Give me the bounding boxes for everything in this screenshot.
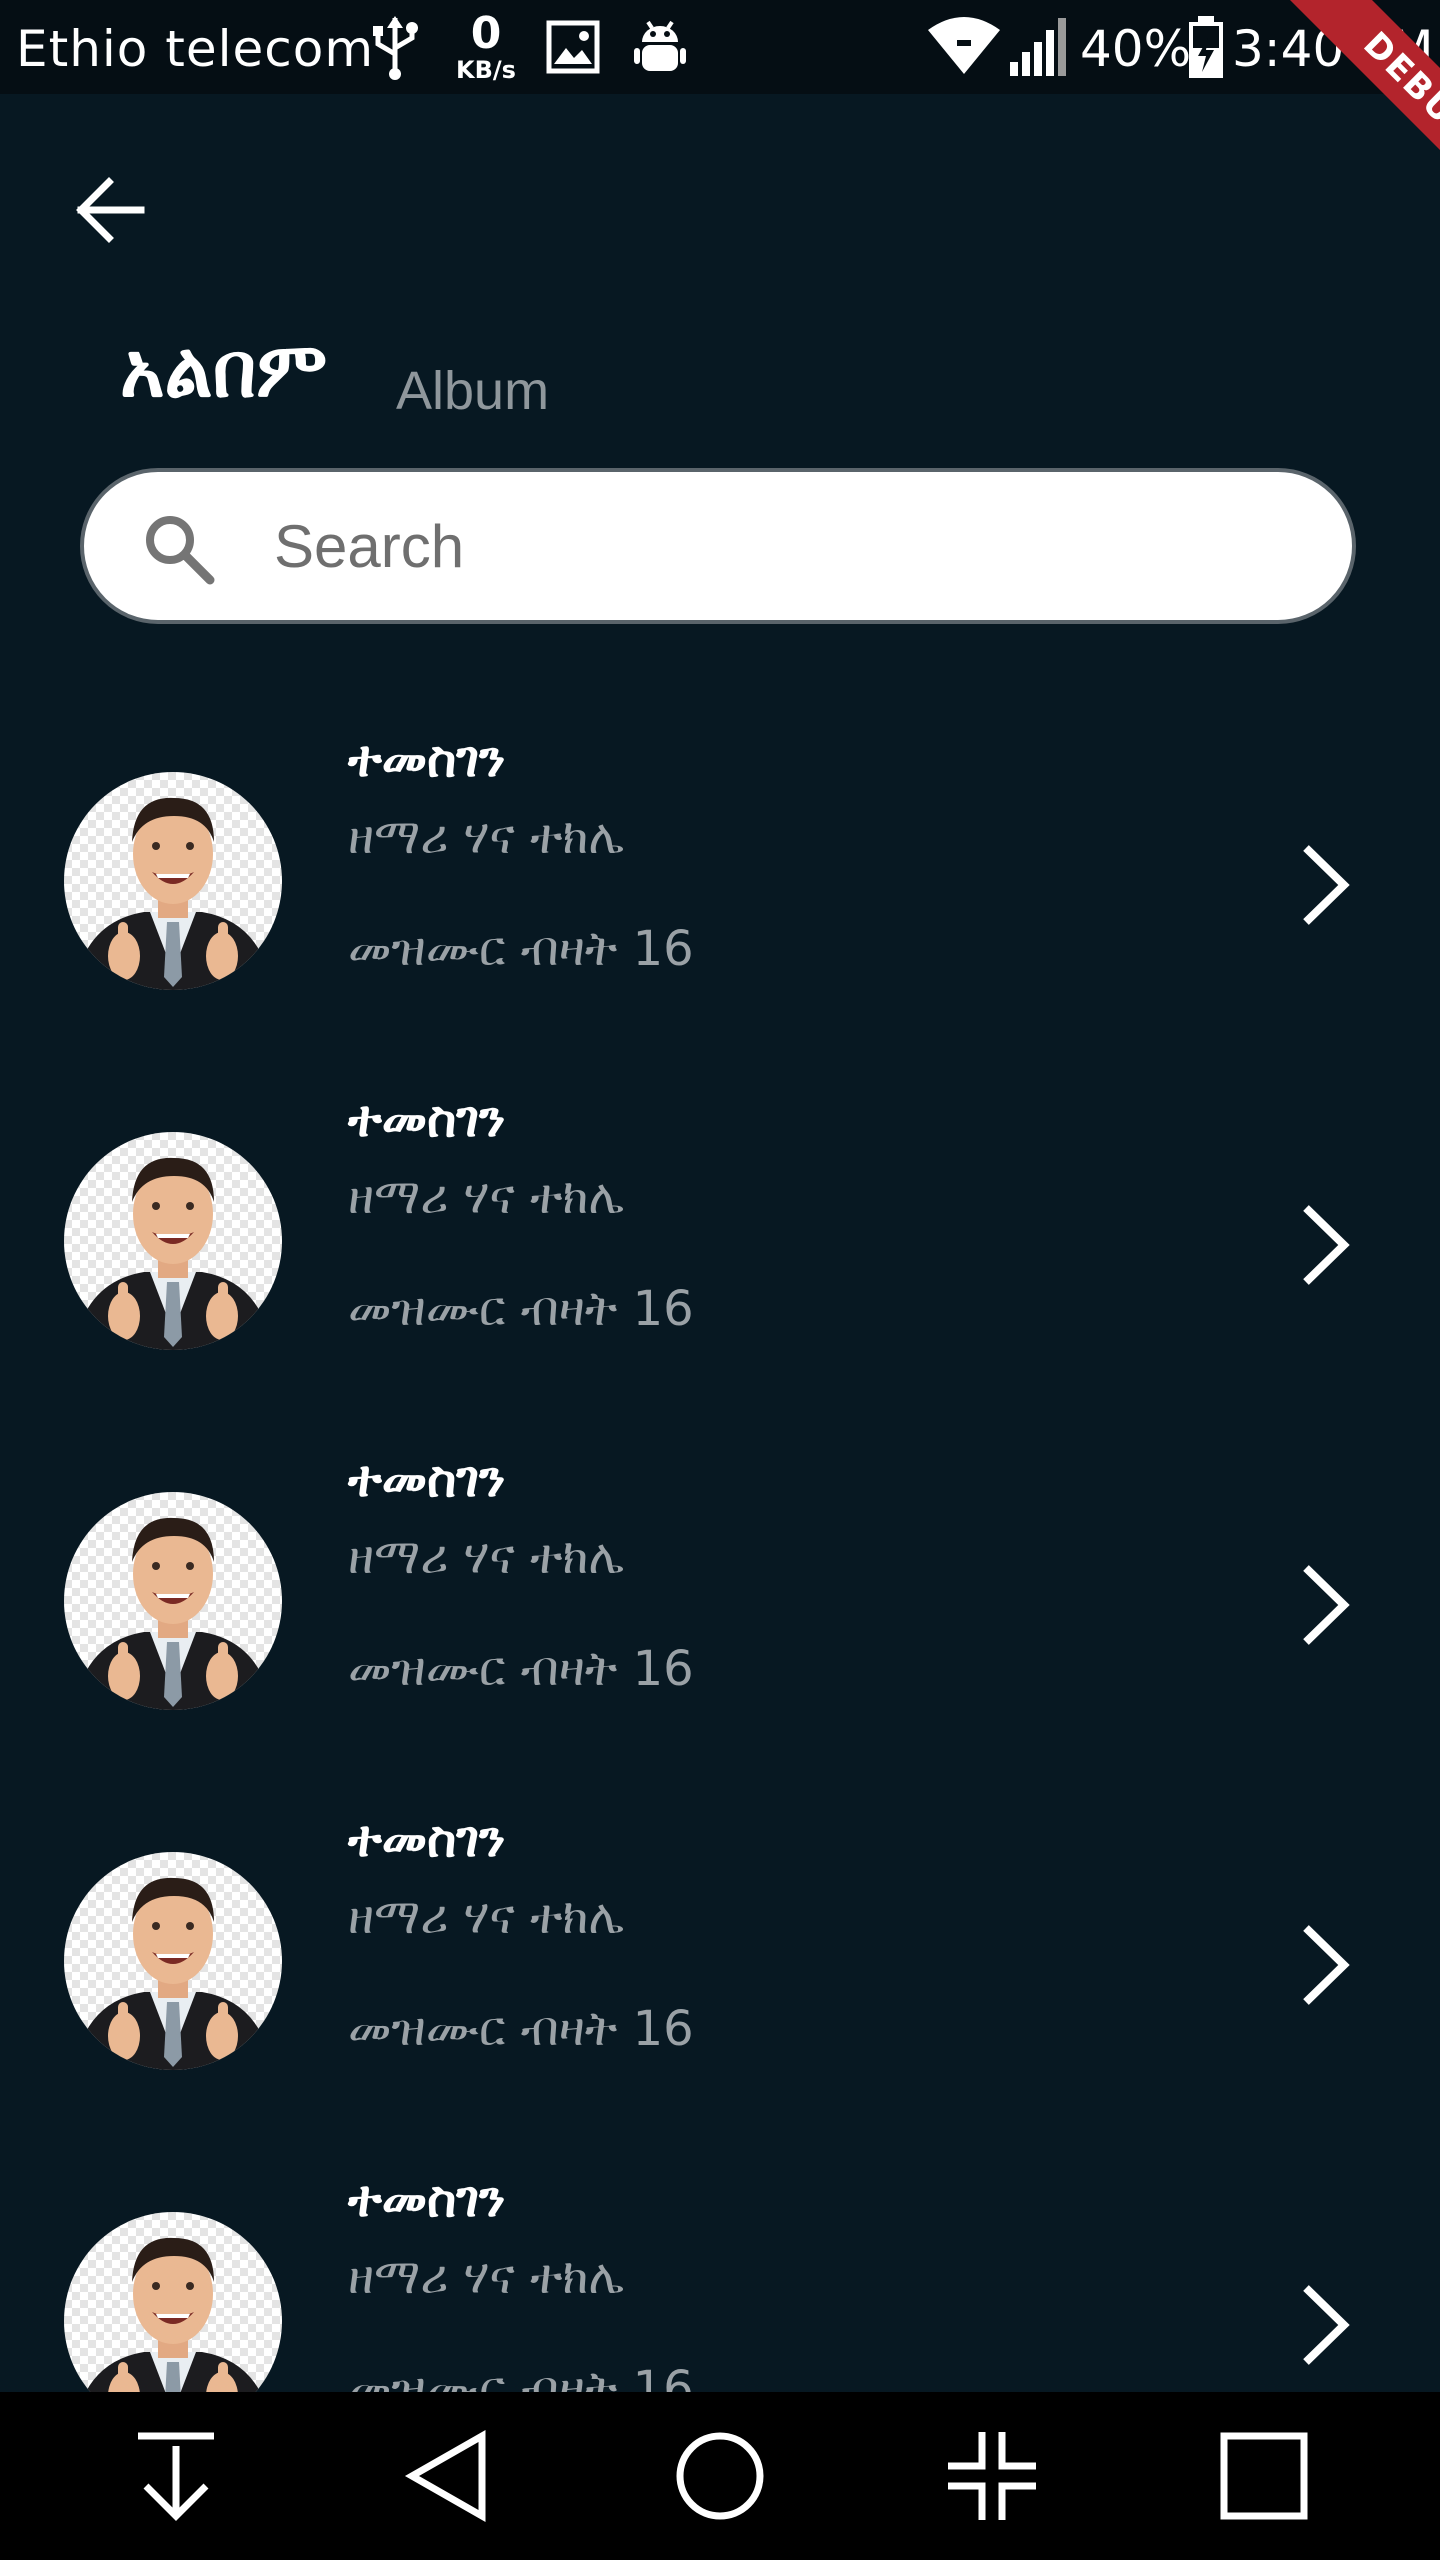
status-bar: Ethio telecom 0 KB/s 40% 3:40 PM [0,0,1440,94]
wifi-icon [928,17,1000,74]
recents-square-icon [1220,2432,1308,2520]
album-title: ተመስገን [348,730,506,788]
album-title: ተመስገን [348,2170,506,2228]
album-title: ተመስገን [348,1090,506,1148]
nav-collapse-button[interactable] [942,2426,1042,2526]
album-title: ተመስገን [348,1810,506,1868]
usb-icon [373,16,418,80]
page-title: አልበም [120,325,328,414]
artist-avatar [64,1492,282,1710]
nav-recents-button[interactable] [1214,2426,1314,2526]
artist-avatar [64,1852,282,2070]
page-subtitle: Album [396,361,550,421]
android-debug-icon [634,20,686,71]
album-title: ተመስገን [348,1450,506,1508]
chevron-right-icon [1303,1565,1350,1645]
search-bar[interactable] [80,468,1356,624]
navigation-bar [0,2392,1440,2560]
app-screen: Ethio telecom 0 KB/s 40% 3:40 PM DEBUG አ… [0,0,1440,2560]
album-list-item[interactable]: ተመስገን ዘማሪ ሃና ተክሌ መዝሙር ብዛት 16 [0,1772,1440,2132]
person-photo [74,1517,272,1710]
chevron-right-icon [1303,1205,1350,1285]
person-photo [74,1157,272,1350]
song-count: መዝሙር ብዛት 16 [348,1281,694,1337]
search-input[interactable] [274,494,1314,598]
search-icon [146,516,215,585]
song-count: መዝሙር ብዛት 16 [348,1641,694,1697]
song-count: መዝሙር ብዛት 16 [348,2361,694,2392]
album-artist: ዘማሪ ሃና ተክሌ [348,1889,625,1945]
home-circle-icon [676,2432,764,2520]
song-count: መዝሙር ብዛት 16 [348,2001,694,2057]
gallery-icon [546,20,600,74]
album-artist: ዘማሪ ሃና ተክሌ [348,1169,625,1225]
album-list: ተመስገን ዘማሪ ሃና ተክሌ መዝሙር ብዛት 16 ተመስገን ዘማሪ ሃ… [0,692,1440,2392]
collapse-icon [948,2432,1036,2520]
carrier-name: Ethio telecom [16,20,375,78]
back-button[interactable] [60,160,160,260]
album-artist: ዘማሪ ሃና ተክሌ [348,809,625,865]
chevron-right-icon [1303,1925,1350,2005]
nav-back-button[interactable] [398,2426,498,2526]
arrow-left-icon [76,177,145,243]
chevron-right-icon [1303,2285,1350,2365]
notification-pull-button[interactable] [126,2426,226,2526]
artist-avatar [64,772,282,990]
download-notification-icon [138,2432,214,2521]
album-artist: ዘማሪ ሃና ተክሌ [348,1529,625,1585]
album-list-item[interactable]: ተመስገን ዘማሪ ሃና ተክሌ መዝሙር ብዛት 16 [0,1052,1440,1412]
album-artist: ዘማሪ ሃና ተክሌ [348,2249,625,2305]
album-list-item[interactable]: ተመስገን ዘማሪ ሃና ተክሌ መዝሙር ብዛት 16 [0,692,1440,1052]
cell-signal-icon [1010,18,1066,76]
person-photo [85,2237,261,2392]
battery-charging-icon [1189,16,1223,78]
artist-avatar [64,1132,282,1350]
album-list-item[interactable]: ተመስገን ዘማሪ ሃና ተክሌ መዝሙር ብዛት 16 [0,1412,1440,1772]
album-list-item[interactable]: ተመስገን ዘማሪ ሃና ተክሌ መዝሙር ብዛት 16 [0,2132,1440,2392]
back-triangle-icon [404,2429,486,2523]
person-photo [74,1877,272,2070]
battery-percent: 40% [1080,20,1192,78]
net-speed-value: 0 [470,8,502,59]
artist-avatar [64,2212,282,2392]
chevron-right-icon [1303,845,1350,925]
net-speed: 0 KB/s [446,8,526,85]
net-speed-unit: KB/s [456,56,516,84]
song-count: መዝሙር ብዛት 16 [348,921,694,977]
nav-home-button[interactable] [670,2426,770,2526]
person-photo [74,797,272,990]
